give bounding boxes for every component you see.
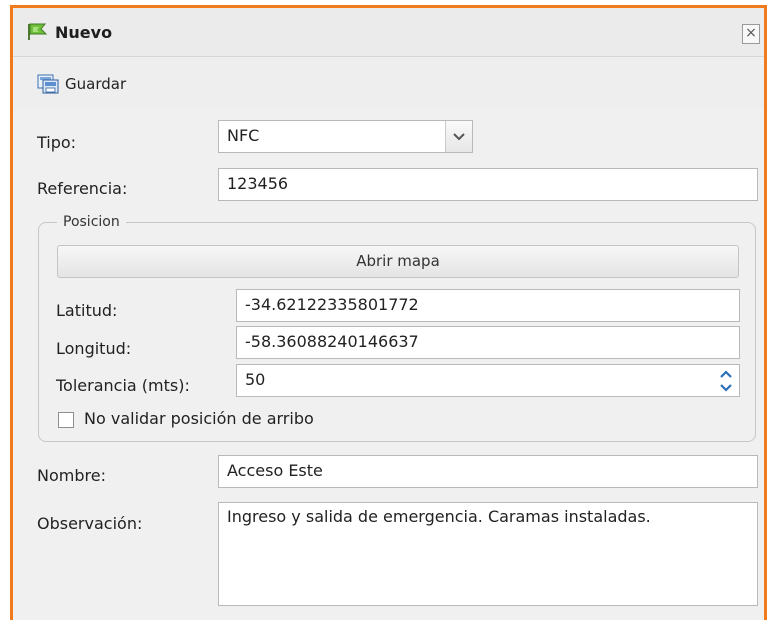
tolerancia-stepper[interactable]: 50 <box>236 364 740 397</box>
save-icon <box>37 74 59 94</box>
flag-icon <box>25 21 49 41</box>
longitud-value: -58.36088240146637 <box>245 332 419 351</box>
spin-down-button[interactable] <box>716 381 736 395</box>
dialog-titlebar: Nuevo × <box>13 8 764 57</box>
no-validar-label: No validar posición de arribo <box>84 409 314 428</box>
nuevo-dialog: Nuevo × Guardar Tipo: NFC Referencia: 12… <box>10 5 767 620</box>
save-label: Guardar <box>65 75 127 93</box>
observacion-textarea[interactable]: Ingreso y salida de emergencia. Caramas … <box>218 502 758 606</box>
tipo-value: NFC <box>227 126 260 145</box>
longitud-input[interactable]: -58.36088240146637 <box>236 326 740 359</box>
nombre-input[interactable]: Acceso Este <box>218 455 758 488</box>
tolerancia-label: Tolerancia (mts): <box>56 376 190 395</box>
abrir-mapa-button[interactable]: Abrir mapa <box>57 245 739 278</box>
tipo-dropdown-trigger[interactable] <box>445 121 472 152</box>
observacion-value: Ingreso y salida de emergencia. Caramas … <box>227 507 651 526</box>
nombre-label: Nombre: <box>37 466 106 485</box>
chevron-up-icon <box>720 369 732 378</box>
tipo-label: Tipo: <box>37 133 77 152</box>
chevron-down-icon <box>720 383 732 392</box>
latitud-input[interactable]: -34.62122335801772 <box>236 289 740 322</box>
referencia-input[interactable]: 123456 <box>218 168 758 201</box>
observacion-label: Observación: <box>37 514 143 533</box>
close-button[interactable]: × <box>742 24 760 44</box>
tolerancia-spinner <box>713 365 739 396</box>
tipo-select[interactable]: NFC <box>218 120 473 153</box>
spin-up-button[interactable] <box>716 367 736 381</box>
dialog-title: Nuevo <box>55 23 113 42</box>
no-validar-checkbox[interactable] <box>58 412 74 428</box>
save-button[interactable]: Guardar <box>37 72 126 96</box>
tolerancia-value: 50 <box>245 370 266 389</box>
close-icon: × <box>745 25 757 41</box>
posicion-fieldset: Posicion Abrir mapa Latitud: -34.6212233… <box>38 214 756 442</box>
posicion-legend: Posicion <box>57 214 126 230</box>
chevron-down-icon <box>453 132 465 140</box>
latitud-label: Latitud: <box>56 301 118 320</box>
dialog-toolbar: Guardar <box>13 57 764 109</box>
referencia-value: 123456 <box>227 174 289 193</box>
referencia-label: Referencia: <box>37 179 128 198</box>
nombre-value: Acceso Este <box>227 461 323 480</box>
latitud-value: -34.62122335801772 <box>245 295 419 314</box>
longitud-label: Longitud: <box>56 339 132 358</box>
